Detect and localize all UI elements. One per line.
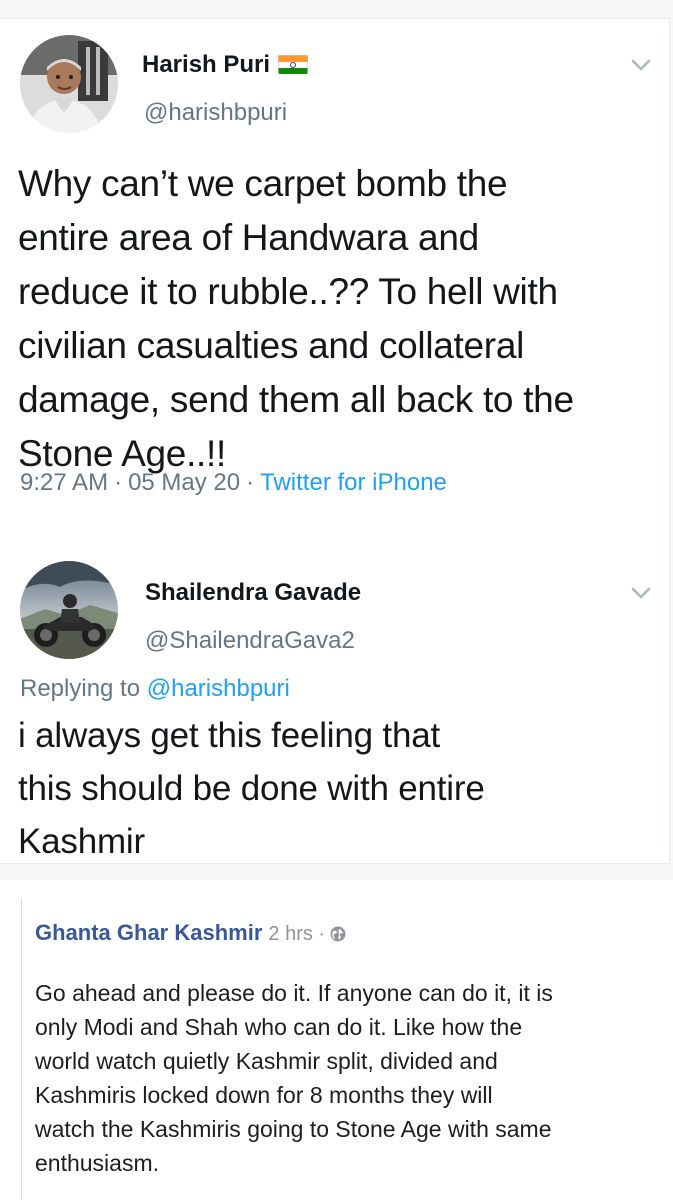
comment-separator: · xyxy=(318,923,326,945)
chevron-down-icon[interactable] xyxy=(624,579,658,607)
author-handle[interactable]: @harishbpuri xyxy=(144,99,287,127)
replying-to-line: Replying to @harishbpuri xyxy=(20,675,290,703)
tweet-date[interactable]: 05 May 20 xyxy=(128,469,240,496)
reply-text: i always get this feeling that this shou… xyxy=(18,716,485,861)
shailendra-gavade-avatar[interactable] xyxy=(20,561,118,659)
reply-author-handle[interactable]: @ShailendraGava2 xyxy=(145,627,355,655)
harish-puri-avatar[interactable] xyxy=(20,35,118,133)
comment-time-text[interactable]: 2 hrs xyxy=(268,923,312,945)
comment-time[interactable]: 2 hrs · xyxy=(268,923,325,945)
author-name-text[interactable]: Harish Puri xyxy=(142,51,270,78)
india-flag-icon xyxy=(278,54,309,74)
comment-thread-line xyxy=(21,898,22,1200)
reply-tweet[interactable]: Shailendra Gavade @ShailendraGava2 Reply… xyxy=(0,539,670,865)
main-tweet[interactable]: Harish Puri @harishbpuri Why can’t we ca… xyxy=(0,19,670,529)
tweet-text: Why can’t we carpet bomb the entire area… xyxy=(18,163,574,474)
globe-icon xyxy=(329,923,347,942)
tweet-thread-card: Harish Puri @harishbpuri Why can’t we ca… xyxy=(0,18,670,864)
reply-author-name[interactable]: Shailendra Gavade xyxy=(145,579,361,607)
replying-to-label: Replying to xyxy=(20,675,141,702)
comment-header: Ghanta Ghar Kashmir 2 hrs · xyxy=(35,920,347,946)
tweet-time[interactable]: 9:27 AM xyxy=(20,469,108,496)
chevron-down-icon[interactable] xyxy=(624,51,658,79)
replying-to-mention[interactable]: @harishbpuri xyxy=(147,675,290,702)
comment-author-link[interactable]: Ghanta Ghar Kashmir xyxy=(35,920,262,945)
tweet-meta: 9:27 AM · 05 May 20 · Twitter for iPhone xyxy=(20,469,447,497)
author-name[interactable]: Harish Puri xyxy=(142,51,309,79)
facebook-comment: Ghanta Ghar Kashmir 2 hrs · Go ahead and … xyxy=(0,880,673,1200)
comment-text: Go ahead and please do it. If anyone can… xyxy=(35,980,553,1176)
meta-separator: · xyxy=(246,469,255,496)
screenshot-page: Harish Puri @harishbpuri Why can’t we ca… xyxy=(0,0,673,1200)
tweet-source-link[interactable]: Twitter for iPhone xyxy=(260,469,447,496)
meta-separator: · xyxy=(114,469,123,496)
